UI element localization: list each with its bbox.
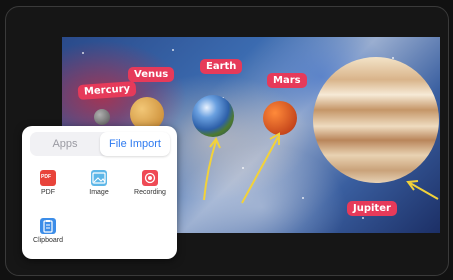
mercury-label: Mercury <box>77 80 137 101</box>
clipboard-item[interactable]: Clipboard <box>28 218 68 244</box>
star <box>362 217 364 219</box>
star <box>302 197 304 199</box>
pdf-item[interactable]: PDF PDF <box>28 170 68 196</box>
mars-label: Mars <box>267 73 307 88</box>
arrow-to-mars <box>241 132 280 204</box>
jupiter-label: Jupiter <box>347 201 397 216</box>
earth-label: Earth <box>200 59 243 74</box>
venus-label: Venus <box>128 67 175 82</box>
star <box>82 52 84 54</box>
star <box>172 49 174 51</box>
image-icon <box>91 170 107 186</box>
pdf-label: PDF <box>41 189 55 196</box>
panel-tabs: Apps File Import <box>30 132 170 156</box>
image-item[interactable]: Image <box>79 170 119 196</box>
insert-panel: Apps File Import PDF PDF Image Recording <box>22 126 177 259</box>
arrow-to-earth <box>203 137 221 201</box>
clipboard-icon <box>40 218 56 234</box>
clipboard-label: Clipboard <box>33 237 63 244</box>
record-icon <box>142 170 158 186</box>
arrow-to-jupiter <box>406 180 439 200</box>
jupiter-planet <box>313 57 439 183</box>
recording-label: Recording <box>134 189 166 196</box>
mercury-planet <box>94 109 110 125</box>
image-label: Image <box>89 189 109 196</box>
tab-file-import[interactable]: File Import <box>100 132 170 156</box>
pdf-icon: PDF <box>40 170 56 186</box>
recording-item[interactable]: Recording <box>130 170 170 196</box>
earth-planet <box>192 95 234 137</box>
tab-apps[interactable]: Apps <box>30 132 100 156</box>
